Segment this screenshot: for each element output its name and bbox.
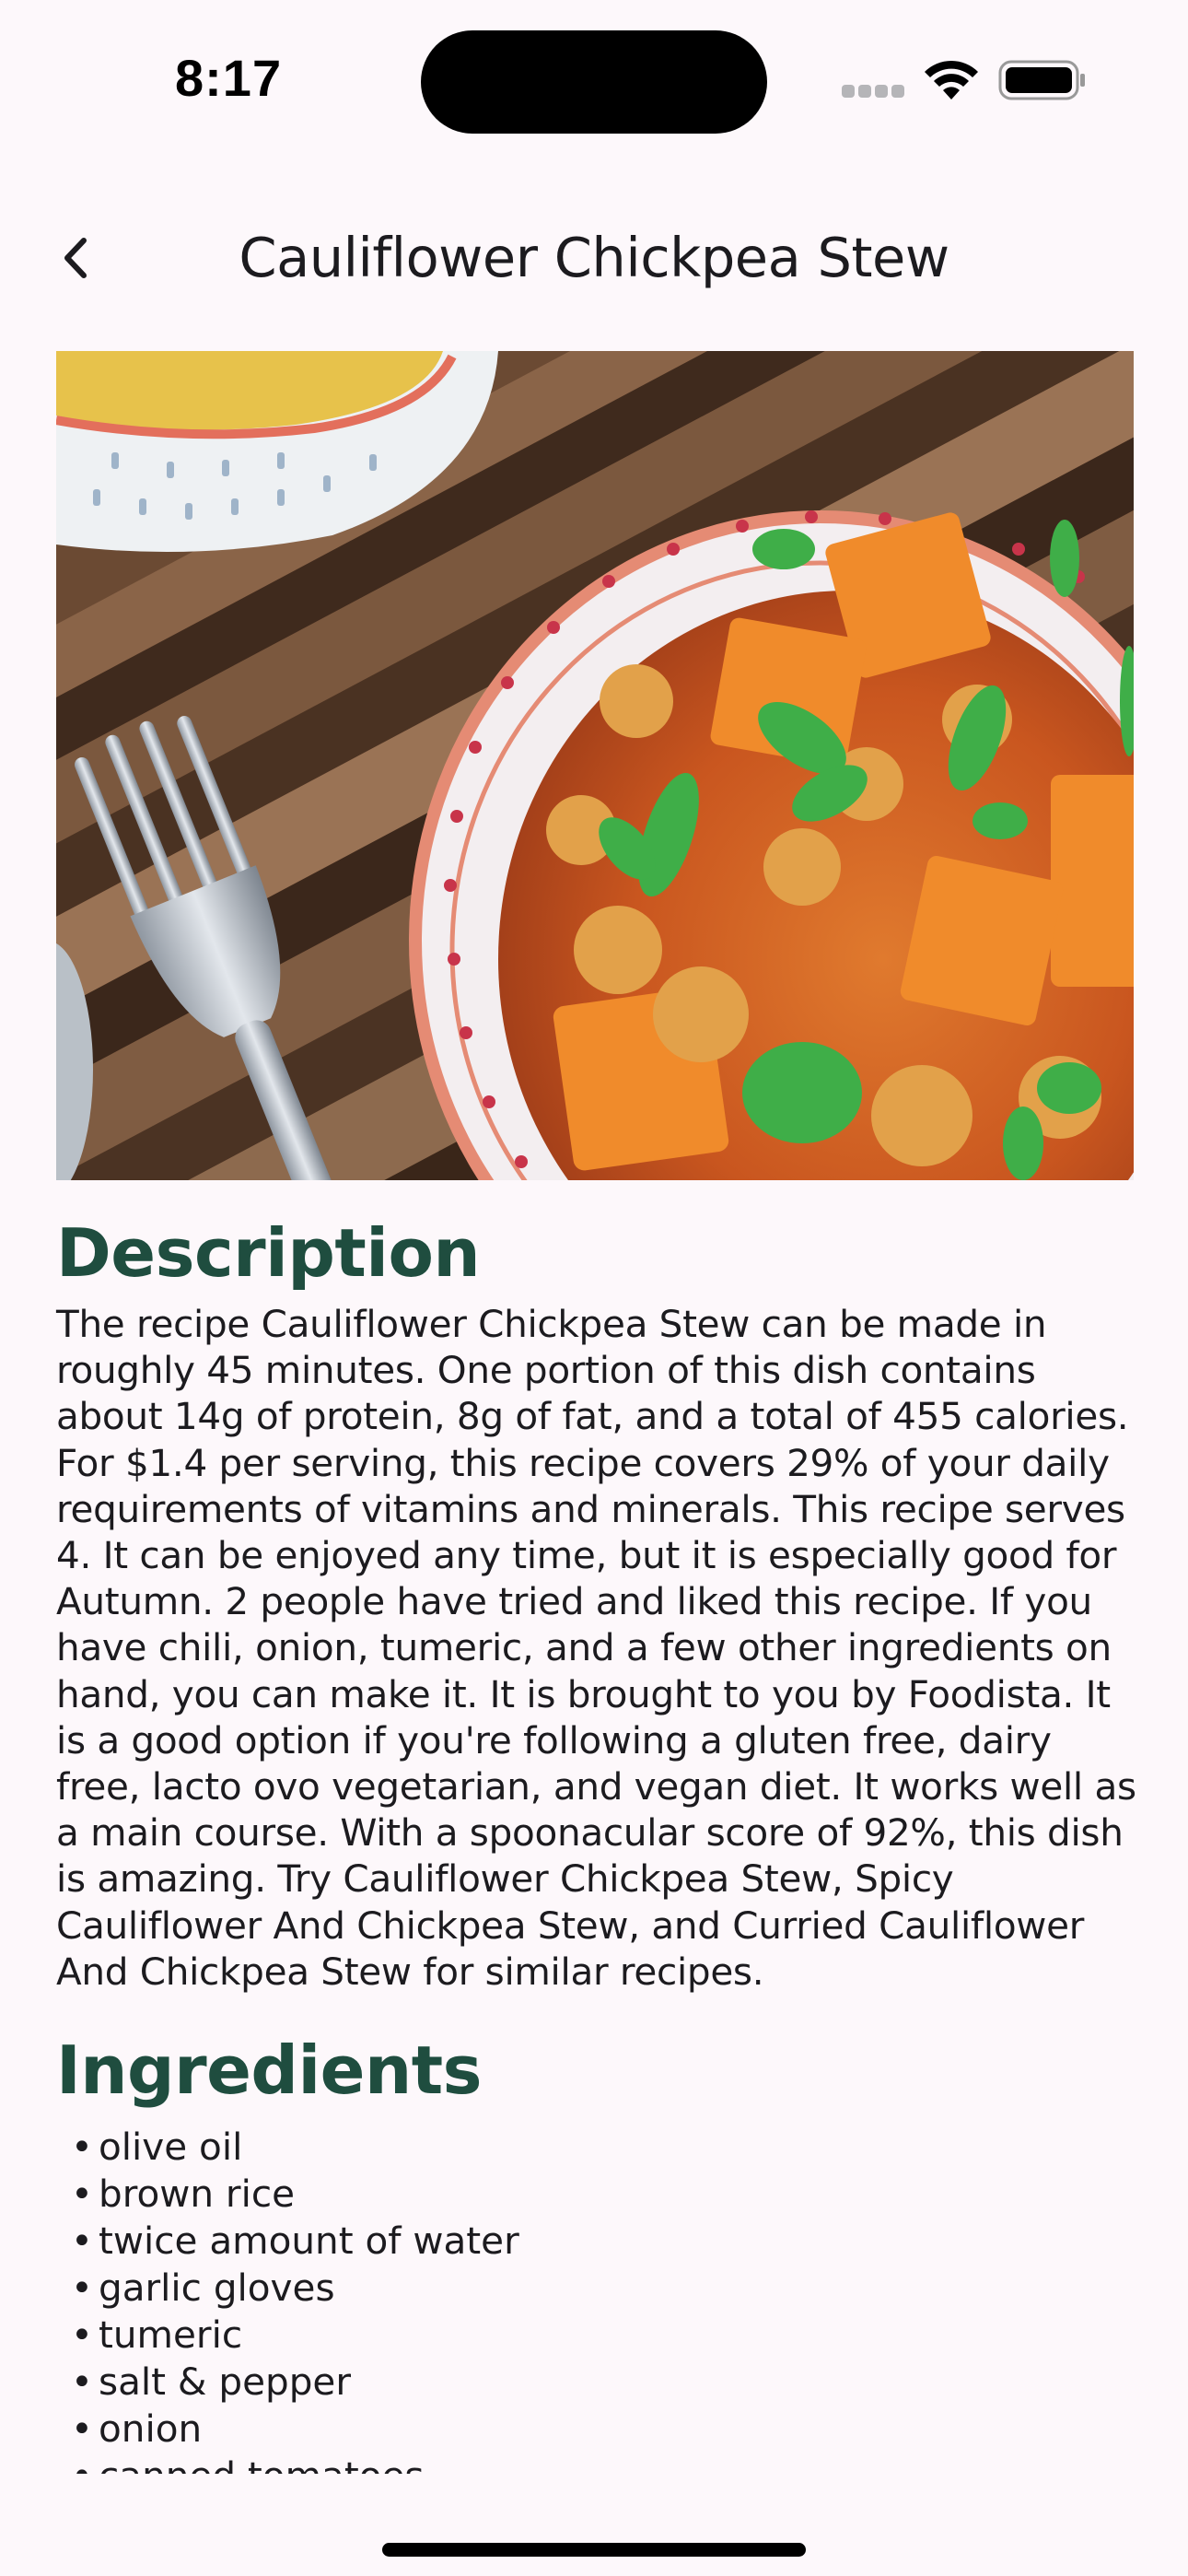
recipe-content: Description The recipe Cauliflower Chick… <box>56 1207 1138 2474</box>
ingredient-item: •canned tomatoes <box>71 2453 1138 2474</box>
ingredient-item: • onion <box>71 2406 1138 2453</box>
bullet-point: • <box>71 2219 93 2264</box>
ingredient-label: tumeric <box>99 2313 243 2358</box>
ingredient-label: salt & pepper <box>99 2359 351 2405</box>
bullet-point: • <box>71 2172 93 2217</box>
ingredient-item: • garlic gloves <box>71 2265 1138 2312</box>
ingredients-scroll-area[interactable]: • olive oil • brown rice • twice amount of wa… <box>56 2124 1138 2474</box>
description-heading: Description <box>56 1214 481 1292</box>
bullet-point: • <box>71 2359 93 2405</box>
ingredient-item: • brown rice <box>71 2171 1138 2218</box>
dynamic-island <box>421 30 767 134</box>
bullet-point: • <box>71 2406 93 2452</box>
ingredient-label: twice amount of water <box>99 2219 519 2264</box>
ingredient-label: onion <box>99 2406 203 2452</box>
ingredient-label: garlic gloves <box>99 2266 335 2311</box>
recipe-photo <box>56 351 1134 1180</box>
ingredient-label: canned tomatoes <box>99 2453 425 2474</box>
status-time: 8:17 <box>175 49 283 107</box>
ingredient-item: • twice amount of water <box>71 2218 1138 2265</box>
ingredients-heading: Ingredients <box>56 2032 483 2110</box>
recipe-image <box>56 351 1134 1180</box>
bullet-point: • <box>71 2266 93 2311</box>
cellular-signal-icon <box>842 85 906 98</box>
ingredient-label: olive oil <box>99 2125 243 2170</box>
navigation-bar: Cauliflower Chickpea Stew <box>0 198 1188 318</box>
ingredient-item: • tumeric <box>71 2312 1138 2359</box>
bullet-point: • <box>71 2125 93 2170</box>
page-title: Cauliflower Chickpea Stew <box>239 226 949 289</box>
status-bar: 8:17 <box>0 0 1188 157</box>
bullet-point: • <box>71 2313 93 2358</box>
bullet-point: • <box>71 2453 99 2474</box>
ingredient-list: • olive oil • brown rice • twice amount of wa… <box>56 2124 1138 2474</box>
ingredient-label: brown rice <box>99 2172 296 2217</box>
home-indicator[interactable] <box>382 2543 806 2557</box>
ingredient-item: • olive oil <box>71 2124 1138 2171</box>
wifi-icon <box>925 60 978 100</box>
battery-icon <box>998 60 1085 100</box>
description-text: The recipe Cauliflower Chickpea Stew can… <box>56 1302 1136 1994</box>
ingredient-item: • salt & pepper <box>71 2359 1138 2406</box>
